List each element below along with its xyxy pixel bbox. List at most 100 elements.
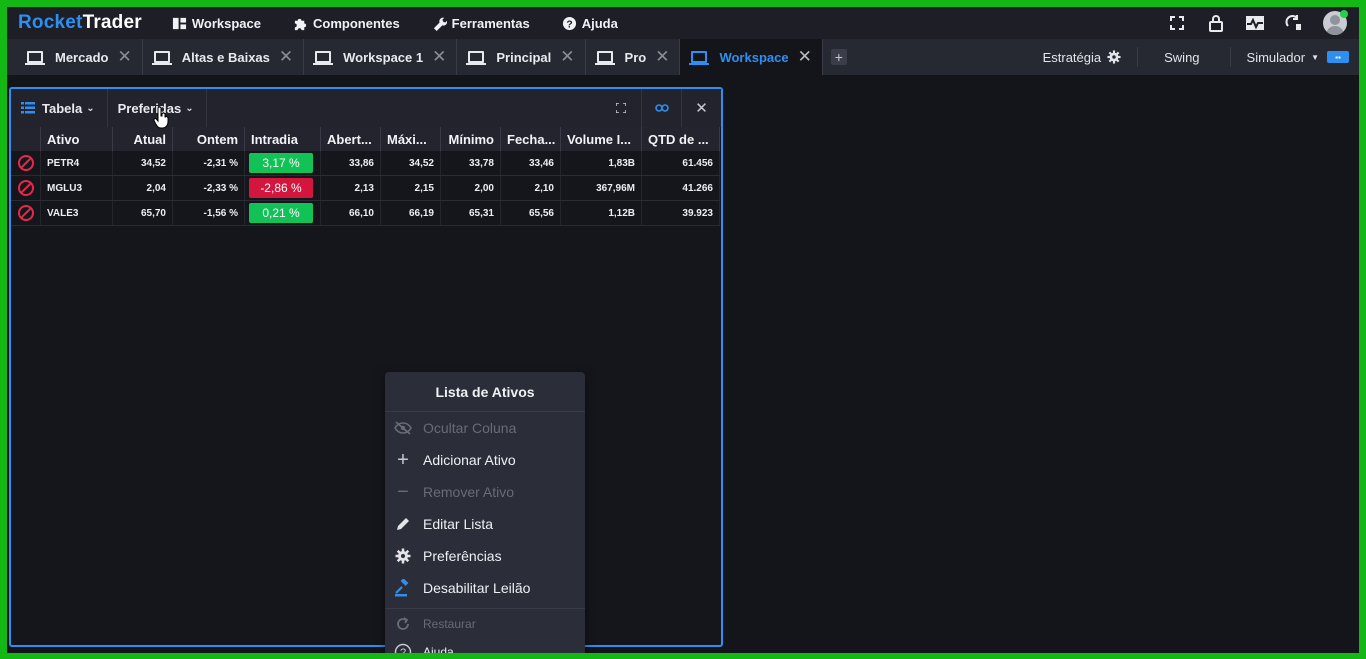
col-intradia-label: Intradia xyxy=(251,131,298,147)
menu-ajuda-label: Ajuda xyxy=(581,15,618,31)
ban-icon xyxy=(17,155,34,171)
view-selector[interactable]: Tabela ⌄ xyxy=(11,89,108,127)
cell-ativo: VALE3 xyxy=(41,201,113,225)
eye-slash-icon xyxy=(394,419,412,437)
menu-componentes[interactable]: Componentes xyxy=(293,16,400,31)
panel-toolbar: Tabela ⌄ Preferidas ⌄ ✕ xyxy=(11,89,721,127)
tab-principal[interactable]: Principal ✕ xyxy=(457,39,586,75)
menu-item-restore[interactable]: Restaurar xyxy=(385,610,585,638)
context-menu: Lista de Ativos Ocultar Coluna + Adicion… xyxy=(385,372,585,653)
tabbar-right: Estratégia Swing Simulador ▼ ▪▪ xyxy=(1027,39,1359,75)
intradia-chip: 0,21 % xyxy=(249,203,313,223)
menu-item-disable-auction[interactable]: Desabilitar Leilão xyxy=(385,572,585,604)
tab-workspace-1[interactable]: Workspace 1 ✕ xyxy=(304,39,458,75)
col-ativo[interactable]: Ativo xyxy=(41,127,113,151)
tab-pro[interactable]: Pro ✕ xyxy=(586,39,681,75)
col-qtd[interactable]: QTD de ... xyxy=(642,127,720,151)
col-minimo[interactable]: Mínimo xyxy=(441,127,501,151)
menu-item-edit-list[interactable]: Editar Lista xyxy=(385,508,585,540)
cell-ativo: MGLU3 xyxy=(41,176,113,200)
cell-ontem: -1,56 % xyxy=(173,201,245,225)
ban-icon-cell[interactable] xyxy=(11,201,41,225)
maximize-icon[interactable] xyxy=(601,89,641,127)
cell-minimo: 33,78 xyxy=(441,151,501,175)
add-tab-button[interactable]: + xyxy=(830,49,847,65)
top-bar: RocketTrader Workspace Componentes Ferra… xyxy=(7,7,1359,39)
help-icon: ? xyxy=(562,16,576,30)
menu-item-remove-asset[interactable]: − Remover Ativo xyxy=(385,476,585,508)
intradia-chip: 3,17 % xyxy=(249,153,313,173)
monitor-icon xyxy=(25,51,45,65)
menu-ajuda[interactable]: ? Ajuda xyxy=(562,16,618,31)
close-icon[interactable]: ✕ xyxy=(655,47,669,67)
activity-monitor-icon[interactable] xyxy=(1245,13,1265,33)
close-panel-icon[interactable]: ✕ xyxy=(681,89,721,127)
asset-list-panel: Tabela ⌄ Preferidas ⌄ ✕ Ativo Atual Onte… xyxy=(9,87,723,653)
menu-item-preferences[interactable]: Preferências xyxy=(385,540,585,572)
cell-volume: 1,83B xyxy=(561,151,642,175)
lock-icon[interactable] xyxy=(1206,13,1226,33)
close-icon[interactable]: ✕ xyxy=(432,47,446,67)
intradia-chip: -2,86 % xyxy=(249,178,313,198)
cell-atual: 34,52 xyxy=(113,151,173,175)
strategy-button[interactable]: Estratégia xyxy=(1027,47,1138,67)
col-ativo-label: Ativo xyxy=(47,131,80,147)
tab-label: Mercado xyxy=(55,49,109,65)
monitor-icon xyxy=(689,51,710,65)
table-row[interactable]: PETR4 34,52 -2,31 % 3,17 % 33,86 34,52 3… xyxy=(11,151,720,176)
monitor-icon xyxy=(466,51,487,65)
strategy-label: Estratégia xyxy=(1042,49,1102,65)
table-row[interactable]: VALE3 65,70 -1,56 % 0,21 % 66,10 66,19 6… xyxy=(11,201,720,226)
swing-button[interactable]: Swing xyxy=(1137,47,1229,67)
menu-item-help[interactable]: ? Ajuda xyxy=(385,638,585,653)
menu-ferramentas[interactable]: Ferramentas xyxy=(432,16,530,31)
list-icon xyxy=(21,102,35,114)
ban-icon-cell[interactable] xyxy=(11,151,41,175)
col-maxima[interactable]: Máxi... xyxy=(381,127,441,151)
cell-maxima: 66,19 xyxy=(381,201,441,225)
swing-label: Swing xyxy=(1164,49,1200,65)
col-intradia[interactable]: Intradia xyxy=(245,127,321,151)
link-icon[interactable] xyxy=(641,89,681,127)
gear-icon xyxy=(1107,50,1121,64)
user-avatar[interactable] xyxy=(1323,10,1348,35)
menu-componentes-label: Componentes xyxy=(313,15,400,31)
tab-workspace[interactable]: Workspace ✕ xyxy=(680,39,823,75)
col-qtd-label: QTD de ... xyxy=(648,131,709,147)
monitor-icon xyxy=(313,51,334,65)
close-icon[interactable]: ✕ xyxy=(560,47,574,67)
tab-label: Pro xyxy=(624,49,647,65)
cell-qtd: 41.266 xyxy=(642,176,720,200)
list-label: Preferidas xyxy=(117,100,182,116)
col-fechamento[interactable]: Fecha... xyxy=(501,127,561,151)
col-abertura[interactable]: Abert... xyxy=(321,127,381,151)
close-icon[interactable]: ✕ xyxy=(279,47,293,67)
menu-workspace[interactable]: Workspace xyxy=(172,16,261,31)
ban-icon-cell[interactable] xyxy=(11,176,41,200)
col-ontem[interactable]: Ontem xyxy=(173,127,245,151)
table-row[interactable]: MGLU3 2,04 -2,33 % -2,86 % 2,13 2,15 2,0… xyxy=(11,176,720,201)
close-icon[interactable]: ✕ xyxy=(798,47,812,67)
cell-maxima: 2,15 xyxy=(381,176,441,200)
cell-minimo: 65,31 xyxy=(441,201,501,225)
restore-icon xyxy=(394,615,412,633)
col-atual[interactable]: Atual xyxy=(113,127,173,151)
fullscreen-icon[interactable] xyxy=(1167,13,1187,33)
menu-item-hide-column[interactable]: Ocultar Coluna xyxy=(385,412,585,444)
menu-item-label: Restaurar xyxy=(423,617,476,631)
col-ontem-label: Ontem xyxy=(196,131,238,147)
menu-item-add-asset[interactable]: + Adicionar Ativo xyxy=(385,444,585,476)
menu-workspace-label: Workspace xyxy=(191,15,261,31)
cell-ontem: -2,33 % xyxy=(173,176,245,200)
menu-item-label: Editar Lista xyxy=(423,516,494,532)
cell-qtd: 61.456 xyxy=(642,151,720,175)
sync-icon[interactable] xyxy=(1284,13,1304,33)
cell-volume: 367,96M xyxy=(561,176,642,200)
tab-altas-e-baixas[interactable]: Altas e Baixas ✕ xyxy=(143,39,305,75)
cell-fechamento: 2,10 xyxy=(501,176,561,200)
hand-cursor-icon xyxy=(153,107,169,129)
col-volume[interactable]: Volume I... xyxy=(561,127,642,151)
tab-mercado[interactable]: Mercado ✕ xyxy=(16,39,143,75)
close-icon[interactable]: ✕ xyxy=(117,47,131,67)
simulator-dropdown[interactable]: Simulador ▼ ▪▪ xyxy=(1229,47,1359,67)
